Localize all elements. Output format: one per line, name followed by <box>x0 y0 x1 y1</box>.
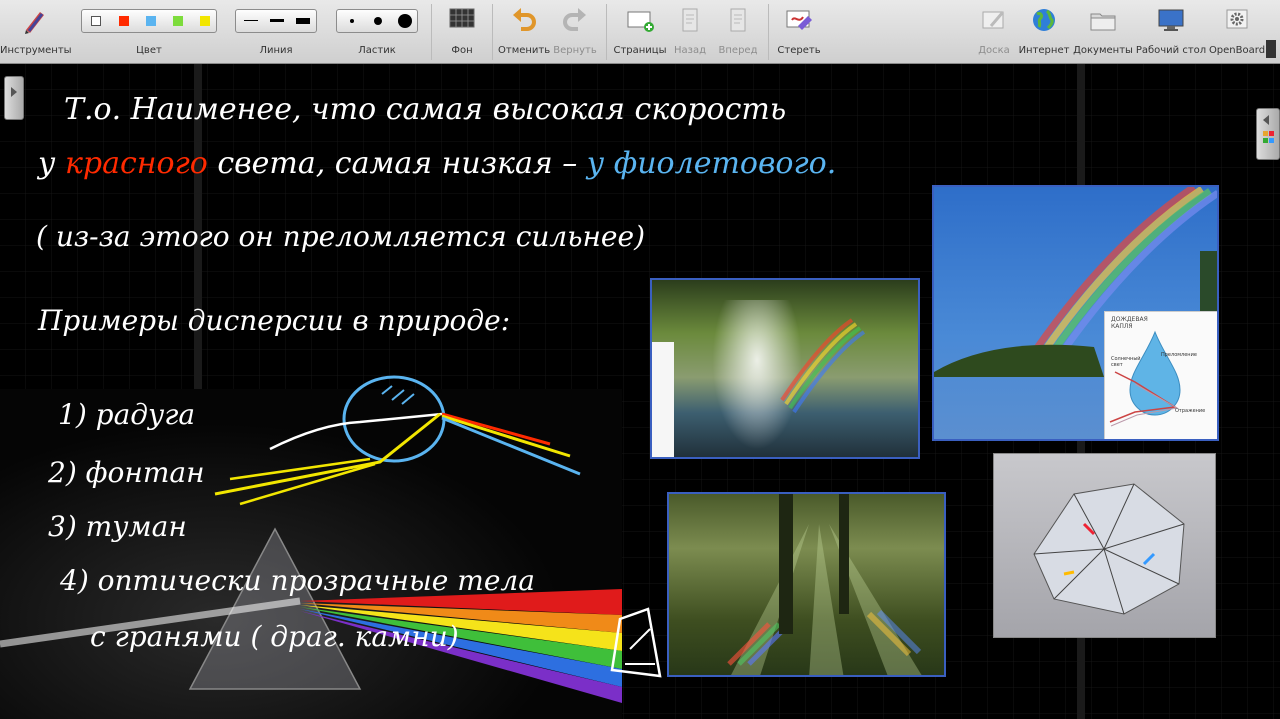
board-text-line2: у красного света, самая низкая – у фиоле… <box>38 146 836 181</box>
openboard-label: OpenBoard <box>1208 45 1266 56</box>
color-swatch-blue[interactable] <box>146 16 156 26</box>
redo-button[interactable]: Вернуть <box>552 0 598 64</box>
color-swatch-red[interactable] <box>119 16 129 26</box>
color-palette <box>81 9 217 33</box>
diamond-gem <box>1033 483 1185 615</box>
raindrop-diagram: ДОЖДЕВАЯ КАПЛЯ Солнечный свет Преломлени… <box>1104 311 1217 439</box>
left-panel-toggle[interactable] <box>4 76 24 120</box>
background-grid-icon <box>449 8 475 28</box>
back-label: Назад <box>673 45 706 56</box>
line-label: Линия <box>259 45 293 56</box>
eraser-medium-option[interactable] <box>374 17 382 25</box>
board-icon <box>982 11 1005 29</box>
prism-illustration <box>0 527 622 703</box>
light-beams <box>727 494 922 675</box>
fog-forest-rainbow-image <box>667 492 946 677</box>
raindrop-shape <box>1109 330 1181 427</box>
chevron-right-icon <box>11 87 17 97</box>
line2-prefix: у <box>38 146 65 181</box>
pages-label: Страницы <box>613 45 667 56</box>
folder-icon <box>1090 13 1116 31</box>
main-toolbar: Инструменты Цвет Линия Ластик Фон Отмени… <box>0 0 1280 64</box>
color-label: Цвет <box>136 45 162 56</box>
background-button[interactable]: Фон <box>440 0 484 64</box>
library-palette-icon <box>1263 115 1274 143</box>
forward-button[interactable]: Вперед <box>716 0 760 64</box>
erase-board-icon <box>786 10 812 30</box>
eraser-group: Ластик <box>333 0 421 64</box>
line2-blue-word: у фиолетового. <box>586 146 837 181</box>
redo-label: Вернуть <box>553 45 597 56</box>
erase-board-button[interactable]: Стереть <box>774 0 824 64</box>
tools-button[interactable]: Инструменты <box>0 0 72 64</box>
monitor-icon <box>1158 9 1184 31</box>
internet-button[interactable]: Интернет <box>1018 0 1070 64</box>
line-thin-option[interactable] <box>244 20 258 21</box>
prism-dispersion-image <box>0 389 622 719</box>
rainbow-sky-image: ДОЖДЕВАЯ КАПЛЯ Солнечный свет Преломлени… <box>932 185 1219 441</box>
diamond-image <box>993 453 1216 638</box>
documents-label: Документы <box>1073 45 1133 56</box>
board-list-item1: 1) радуга <box>58 398 196 431</box>
color-swatch-yellow[interactable] <box>200 16 210 26</box>
globe-icon <box>1033 9 1055 31</box>
undo-arrow-icon <box>513 8 536 31</box>
line-width-selector <box>235 9 317 33</box>
line2-middle: света, самая низкая – <box>207 146 587 181</box>
add-page-icon <box>627 11 654 32</box>
board-list-item5: с гранями ( драг. камни) <box>90 620 459 653</box>
toolbar-corner <box>1266 40 1276 58</box>
page-back-icon <box>682 8 698 32</box>
pages-button[interactable]: Страницы <box>612 0 668 64</box>
documents-button[interactable]: Документы <box>1072 0 1134 64</box>
pencil-tools-icon <box>25 12 44 34</box>
undo-button[interactable]: Отменить <box>498 0 550 64</box>
color-swatch-white[interactable] <box>91 16 101 26</box>
redo-arrow-icon <box>563 8 586 31</box>
background-label: Фон <box>451 45 473 56</box>
board-text-line1: Т.о. Наименее, что самая высокая скорост… <box>64 92 787 127</box>
tools-label: Инструменты <box>0 45 72 56</box>
internet-label: Интернет <box>1018 45 1070 56</box>
board-list-item4: 4) оптически прозрачные тела <box>60 564 535 597</box>
whiteboard-canvas[interactable]: ДОЖДЕВАЯ КАПЛЯ Солнечный свет Преломлени… <box>0 64 1280 719</box>
back-button[interactable]: Назад <box>670 0 710 64</box>
raindrop-sunlight-label: Солнечный свет <box>1111 356 1141 368</box>
gear-icon <box>1226 9 1248 29</box>
eraser-large-option[interactable] <box>398 14 412 28</box>
eraser-label: Ластик <box>358 45 396 56</box>
board-button[interactable]: Доска <box>974 0 1014 64</box>
fountain-rainbow-arc <box>780 318 866 414</box>
toolbar-separator <box>431 4 432 60</box>
eraser-small-option[interactable] <box>350 19 354 23</box>
page-forward-icon <box>730 8 746 32</box>
fountain-rainbow-image <box>650 278 920 459</box>
toolbar-separator <box>492 4 493 60</box>
raindrop-reflection-label: Отражение <box>1175 408 1206 414</box>
board-text-line3: ( из-за этого он преломляется сильнее) <box>36 220 645 253</box>
line-thick-option[interactable] <box>296 18 310 24</box>
board-list-item3: 3) туман <box>48 510 187 543</box>
desktop-label: Рабочий стол <box>1135 45 1207 56</box>
toolbar-separator <box>768 4 769 60</box>
openboard-menu-button[interactable]: OpenBoard <box>1208 0 1266 64</box>
undo-label: Отменить <box>498 45 551 56</box>
raindrop-refraction-label: Преломление <box>1161 352 1197 358</box>
color-swatch-green[interactable] <box>173 16 183 26</box>
board-label: Доска <box>978 45 1010 56</box>
toolbar-separator <box>606 4 607 60</box>
color-group: Цвет <box>78 0 220 64</box>
image-edge-strip <box>1200 251 1217 311</box>
right-panel-toggle[interactable] <box>1256 108 1280 160</box>
line-medium-option[interactable] <box>270 19 284 22</box>
board-text-line4: Примеры дисперсии в природе: <box>38 304 511 337</box>
forward-label: Вперед <box>718 45 758 56</box>
erase-label: Стереть <box>777 45 821 56</box>
eraser-size-selector <box>336 9 418 33</box>
board-list-item2: 2) фонтан <box>48 456 205 489</box>
desktop-button[interactable]: Рабочий стол <box>1134 0 1208 64</box>
line2-red-word: красного <box>64 146 208 181</box>
line-group: Линия <box>232 0 320 64</box>
